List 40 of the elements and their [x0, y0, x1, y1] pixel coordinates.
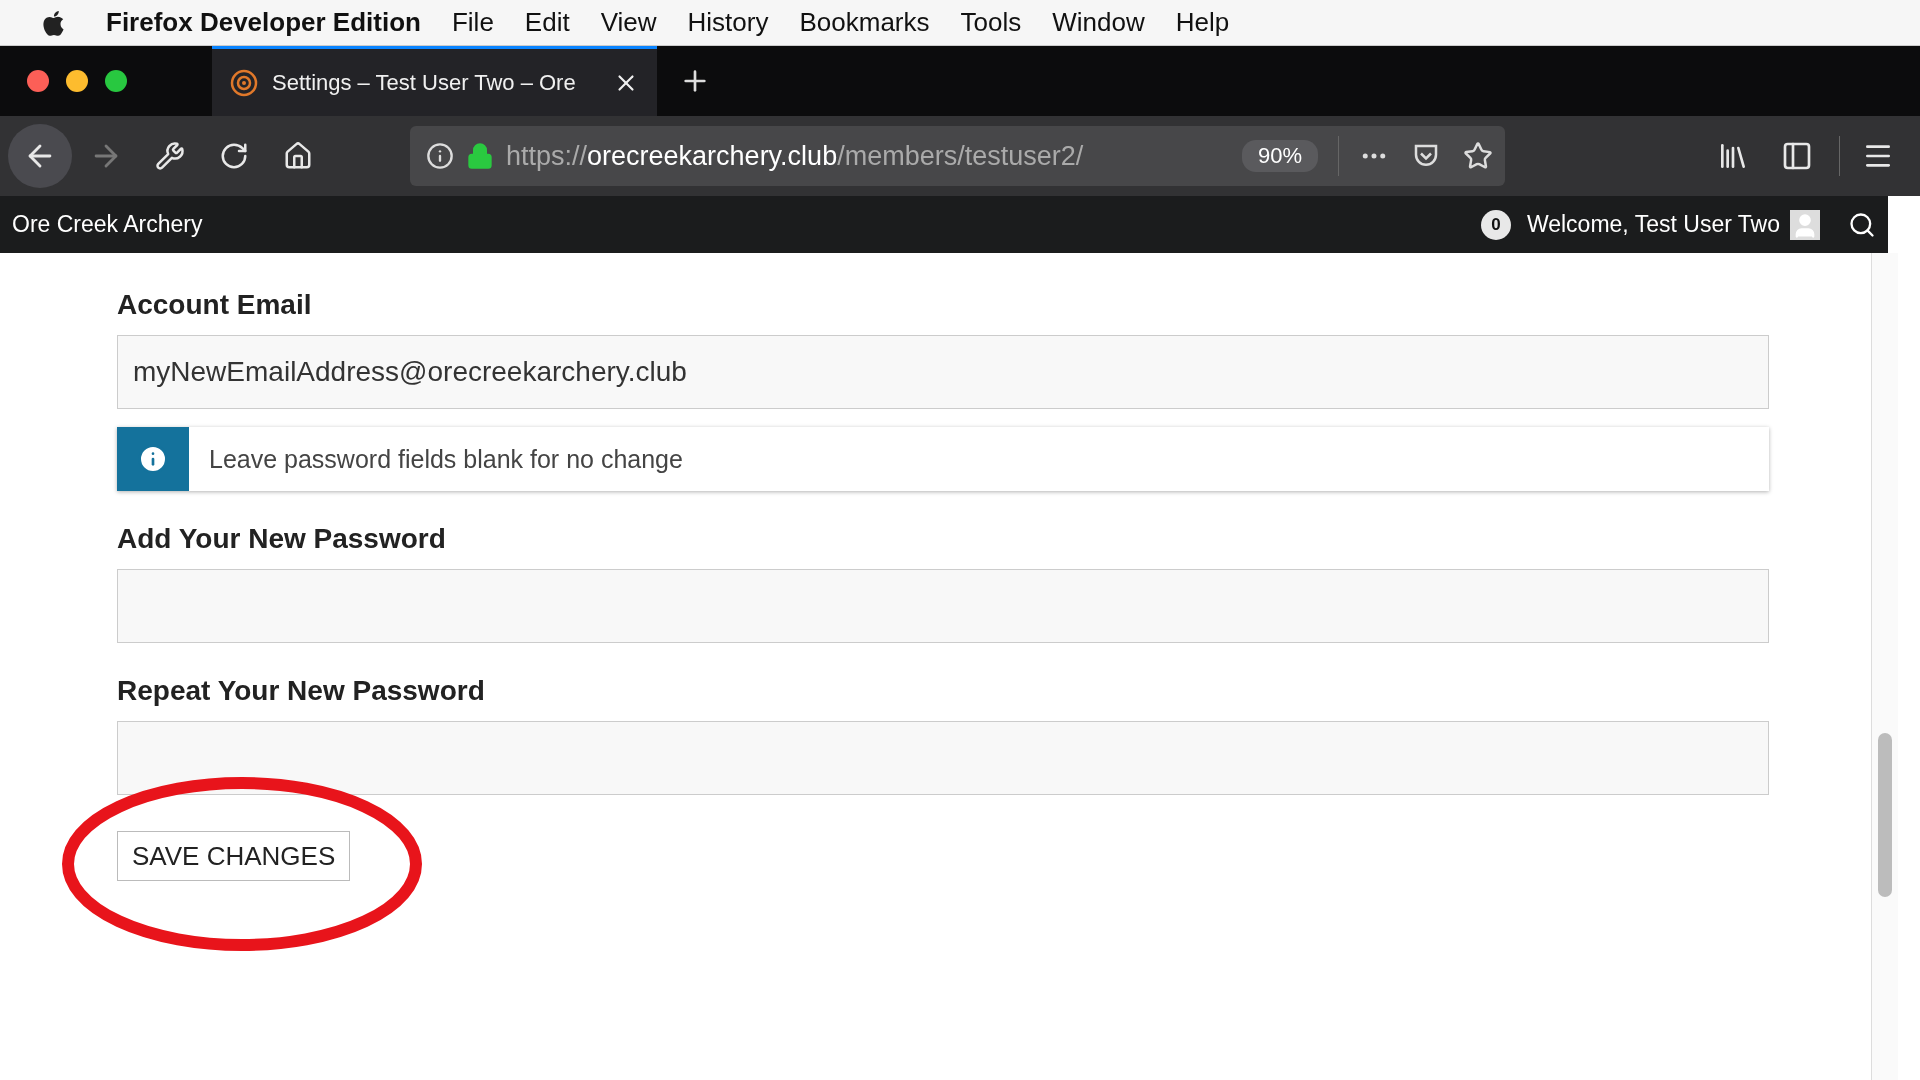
field-label: Repeat Your New Password — [117, 675, 486, 707]
info-icon[interactable] — [426, 142, 454, 170]
input-field[interactable] — [117, 721, 1769, 795]
wrench-icon[interactable] — [155, 141, 185, 171]
notification-count[interactable]: 0 — [1480, 209, 1511, 240]
zoom-level[interactable]: 90% — [1241, 140, 1318, 172]
menu-item[interactable]: File — [451, 7, 494, 38]
address-bar[interactable]: https://orecreekarchery.club/members/testuser2/ 90% — [410, 126, 1505, 186]
menu-item[interactable]: History — [687, 7, 769, 38]
menu-item[interactable]: Tools — [960, 7, 1022, 38]
home-icon[interactable] — [283, 141, 313, 171]
bookmark-star-icon[interactable] — [1463, 141, 1493, 171]
menu-item[interactable]: Window — [1052, 7, 1145, 38]
menu-item[interactable]: Help — [1175, 7, 1230, 38]
welcome-text[interactable]: Welcome, Test User Two — [1526, 211, 1780, 238]
url-text: https://orecreekarchery.club/members/testuser2/ — [506, 140, 1085, 172]
info-text: Leave password fields blank for no change — [208, 444, 683, 474]
search-icon[interactable] — [1848, 210, 1876, 239]
maximize-window-button[interactable] — [105, 70, 127, 92]
browser-tab[interactable]: Settings – Test User Two – Ore — [212, 46, 657, 116]
info-icon — [117, 427, 189, 491]
minimize-window-button[interactable] — [66, 70, 88, 92]
scrollbar-thumb[interactable] — [1878, 733, 1892, 897]
tab-title: Settings – Test User Two – Ore — [272, 69, 577, 96]
reload-icon[interactable] — [219, 141, 249, 171]
input-field[interactable] — [117, 569, 1769, 643]
lock-icon — [466, 142, 494, 170]
close-window-button[interactable] — [27, 70, 49, 92]
app-name[interactable]: Firefox Developer Edition — [106, 7, 421, 38]
sidebar-icon[interactable] — [1781, 140, 1813, 172]
field-label: Add Your New Password — [117, 523, 447, 555]
menu-item[interactable]: Bookmarks — [799, 7, 930, 38]
input-field[interactable]: myNewEmailAddress@orecreekarchery.club — [117, 335, 1769, 409]
avatar-icon[interactable] — [1790, 209, 1820, 240]
menu-item[interactable]: View — [600, 7, 657, 38]
site-title[interactable]: Ore Creek Archery — [12, 211, 203, 238]
target-favicon-icon — [230, 68, 258, 97]
menu-item[interactable]: Edit — [524, 7, 570, 38]
field-label: Account Email — [117, 289, 313, 321]
save-changes-button[interactable]: SAVE CHANGES — [117, 831, 351, 881]
